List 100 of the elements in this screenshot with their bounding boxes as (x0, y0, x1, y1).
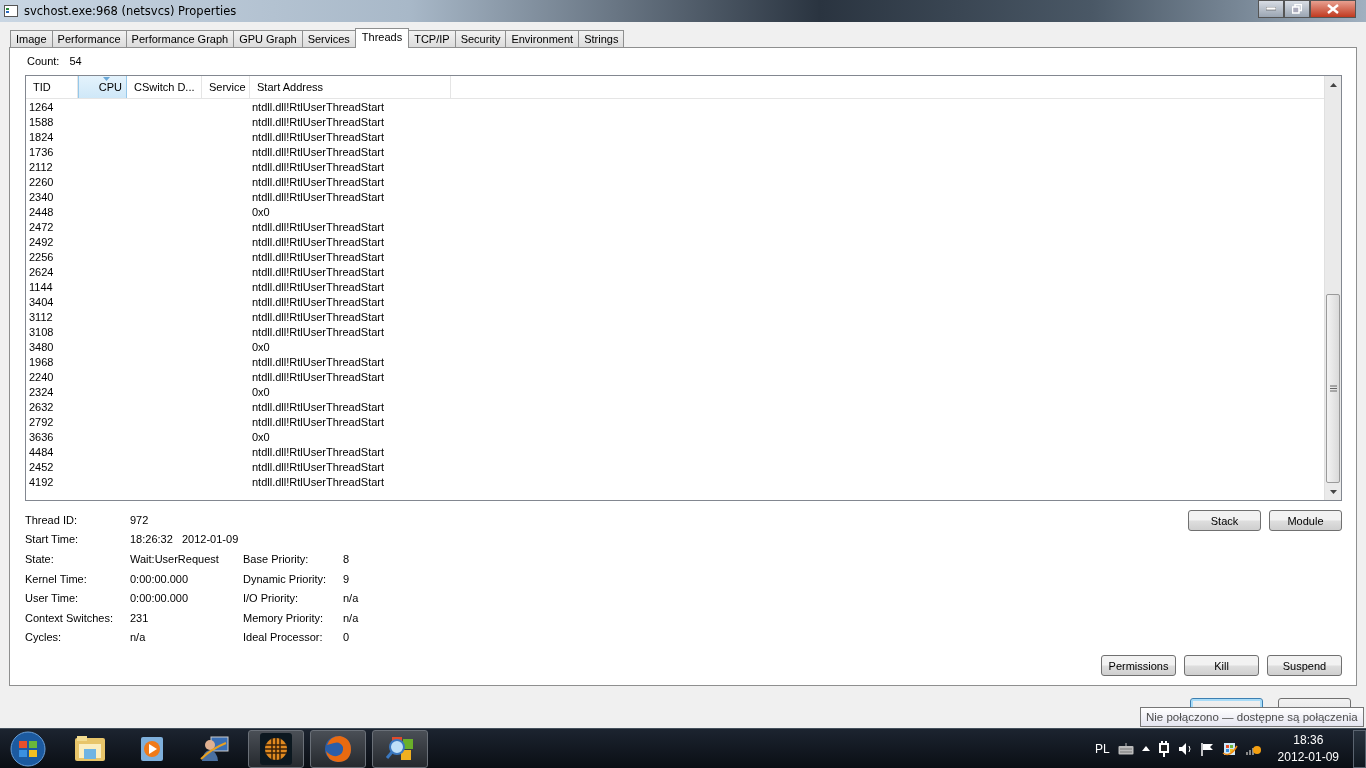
start-address-cell-text: ntdll.dll!RtlUserThreadStart (251, 250, 385, 263)
scroll-up-icon[interactable] (1329, 82, 1337, 87)
start-address-cell-text: ntdll.dll!RtlUserThreadStart (251, 310, 385, 323)
tab[interactable]: Strings (578, 30, 625, 47)
start-address-cell-text: ntdll.dll!RtlUserThreadStart (251, 220, 385, 233)
play-icon[interactable] (138, 734, 166, 763)
tid-cell: 1824 (29, 130, 54, 143)
tid-cell: 3636 (29, 430, 54, 443)
power-plug-icon[interactable] (1157, 740, 1170, 757)
show-desktop-button[interactable] (1353, 729, 1366, 768)
detail-label: Dynamic Priority: (243, 572, 328, 585)
detail-label: Thread ID: (25, 513, 78, 526)
detail-value: 18:26:32 2012-01-09 (130, 533, 240, 546)
tid-cell: 2632 (29, 400, 54, 413)
tab[interactable]: Performance Graph (125, 30, 235, 47)
tab[interactable]: Security (454, 30, 507, 47)
action-button[interactable]: Permissions (1101, 655, 1176, 676)
start-address-cell-text: ntdll.dll!RtlUserThreadStart (251, 460, 385, 473)
tab[interactable]: GPU Graph (233, 30, 303, 47)
detail-value: 0 (343, 631, 351, 644)
column-header[interactable]: CSwitch D... (127, 76, 202, 98)
flag-icon[interactable] (1199, 741, 1214, 756)
speaker-icon[interactable] (1177, 741, 1192, 756)
detail-label: User Time: (25, 592, 80, 605)
tooltip: Nie połączono — dostępne są połączenia (1140, 707, 1364, 727)
start-address-cell-text: 0x0 (251, 430, 270, 443)
detail-label: I/O Priority: (243, 592, 299, 605)
clock-time[interactable]: 18:36 (1293, 731, 1324, 749)
detail-label: Memory Priority: (243, 611, 325, 624)
tab[interactable]: Image (10, 30, 53, 47)
tab[interactable]: Environment (505, 30, 580, 47)
detail-label: Base Priority: (243, 553, 310, 565)
start-address-cell-text: ntdll.dll!RtlUserThreadStart (251, 295, 385, 308)
tid-cell: 2340 (29, 190, 54, 203)
action-button[interactable]: Kill (1184, 655, 1259, 676)
start-address-cell-text: 0x0 (251, 205, 270, 218)
tid-cell: 1736 (29, 145, 54, 158)
show-hidden-icons-icon[interactable] (1141, 746, 1150, 751)
detail-value: 231 (130, 611, 150, 624)
window-icon (4, 5, 18, 17)
tid-cell: 2260 (29, 175, 54, 188)
column-header[interactable]: Service (202, 76, 250, 98)
start-address-cell-text: ntdll.dll!RtlUserThreadStart (251, 235, 385, 248)
minimize-icon (1266, 7, 1276, 11)
detail-value: n/a (343, 611, 360, 624)
tid-cell: 3112 (29, 310, 53, 323)
folder-icon[interactable] (74, 734, 106, 763)
start-button[interactable] (10, 730, 46, 767)
detail-value: 0:00:00.000 (130, 572, 190, 585)
start-address-cell-text: 0x0 (251, 385, 270, 398)
start-address-cell-text: ntdll.dll!RtlUserThreadStart (251, 175, 385, 188)
tab[interactable]: Threads (354, 28, 410, 48)
tid-cell: 1264 (29, 100, 54, 113)
tab[interactable]: TCP/IP (408, 30, 456, 47)
scroll-down-icon[interactable] (1329, 489, 1337, 494)
start-address-cell-text: ntdll.dll!RtlUserThreadStart (251, 160, 385, 173)
taskbar-button[interactable] (372, 729, 428, 768)
tid-cell: 2448 (29, 205, 54, 218)
tab[interactable]: Services (301, 30, 356, 47)
clock-date[interactable]: 2012-01-09 (1277, 748, 1339, 766)
detail-button[interactable]: Stack (1188, 510, 1261, 531)
scrollbar[interactable] (1324, 76, 1341, 500)
tid-cell: 2472 (29, 220, 54, 233)
start-address-cell-text: ntdll.dll!RtlUserThreadStart (251, 115, 385, 128)
start-address-cell-text: ntdll.dll!RtlUserThreadStart (251, 130, 385, 143)
detail-label: Cycles: (25, 631, 63, 644)
taskbar-button[interactable] (248, 729, 304, 768)
sort-arrow-icon (102, 77, 110, 81)
start-address-cell-text: ntdll.dll!RtlUserThreadStart (251, 100, 385, 113)
tid-cell: 2256 (29, 250, 54, 263)
scroll-thumb[interactable] (1326, 294, 1340, 483)
user-monitor-icon[interactable] (199, 734, 229, 763)
windows-update-icon[interactable] (1221, 740, 1238, 757)
globe-icon[interactable] (260, 732, 292, 765)
detail-label: Ideal Processor: (243, 631, 324, 644)
action-button[interactable]: Suspend (1267, 655, 1342, 676)
start-address-cell-text: ntdll.dll!RtlUserThreadStart (251, 145, 385, 158)
detail-value: 0:00:00.000 (130, 592, 190, 605)
start-address-cell-text: ntdll.dll!RtlUserThreadStart (251, 190, 385, 203)
detail-label: Kernel Time: (25, 572, 88, 585)
start-address-cell-text: 0x0 (251, 340, 270, 353)
tab[interactable]: Performance (51, 30, 127, 47)
language-indicator[interactable]: PL (1094, 741, 1110, 756)
start-address-cell-text: ntdll.dll!RtlUserThreadStart (251, 445, 385, 458)
restore-icon (1292, 4, 1302, 14)
detail-label: Start Time: (25, 533, 80, 546)
detail-value: 972 (130, 513, 150, 526)
minimize-button[interactable] (1258, 0, 1284, 18)
start-address-cell-text: ntdll.dll!RtlUserThreadStart (251, 370, 385, 383)
column-header[interactable]: CPU (78, 76, 127, 98)
start-address-cell-text: ntdll.dll!RtlUserThreadStart (251, 280, 385, 293)
restore-button[interactable] (1284, 0, 1310, 18)
column-header[interactable]: Start Address (250, 76, 451, 98)
detail-value: Wait:UserRequest (130, 553, 220, 565)
tid-cell: 3480 (29, 340, 54, 353)
keyboard-icon[interactable] (1117, 742, 1134, 755)
start-address-cell-text: ntdll.dll!RtlUserThreadStart (251, 415, 385, 428)
tid-cell: 1968 (29, 355, 54, 368)
close-button[interactable] (1310, 0, 1356, 18)
detail-button[interactable]: Module (1269, 510, 1342, 531)
